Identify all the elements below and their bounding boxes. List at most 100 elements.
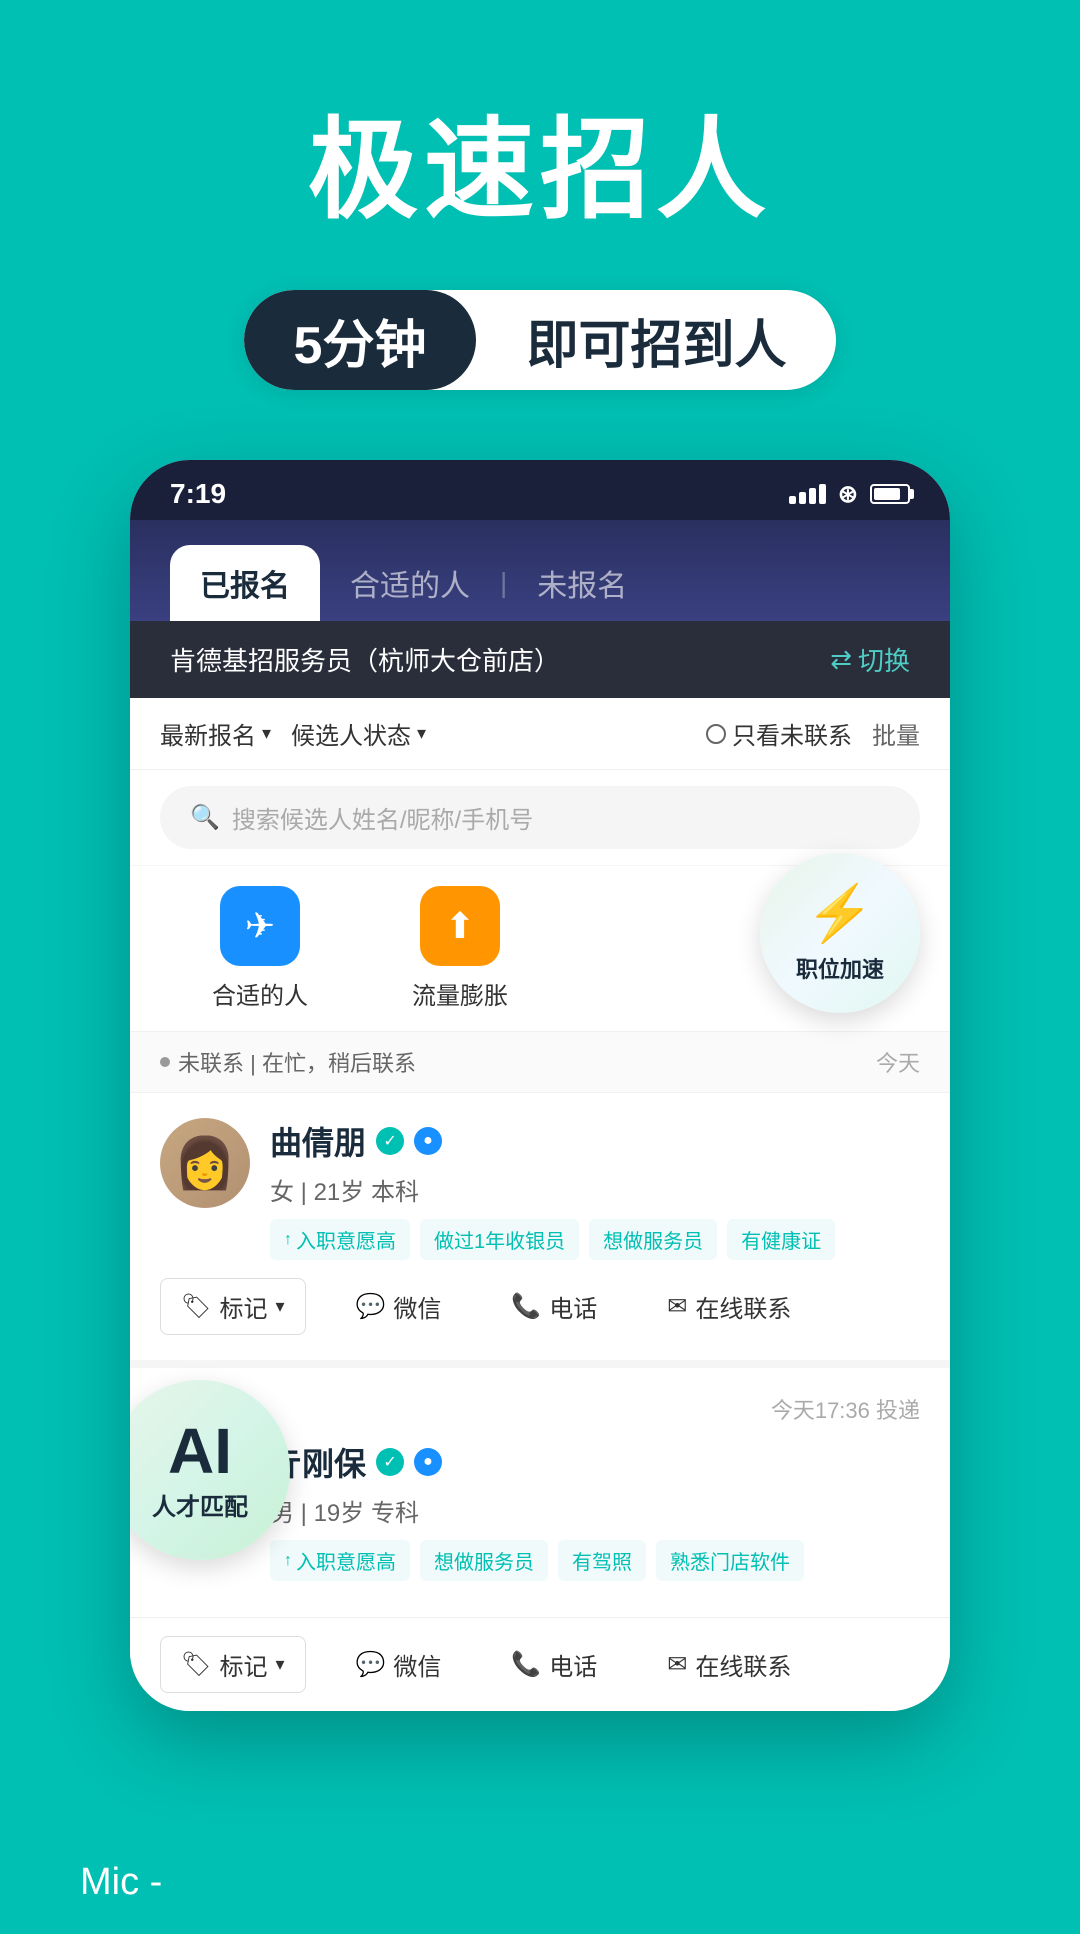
wifi-icon: ⊛ <box>838 480 858 509</box>
verified-blue-badge: ● <box>414 1127 442 1155</box>
status-bar: 7:19 ⊛ <box>130 460 950 520</box>
candidate-1-avatar: 👩 <box>160 1118 250 1208</box>
tab-bar: 已报名 合适的人 | 未报名 <box>130 520 950 621</box>
candidate-1-name-row: 曲倩朋 ✓ ● <box>270 1118 920 1164</box>
search-input[interactable]: 🔍 搜索候选人姓名/昵称/手机号 <box>160 786 920 849</box>
candidate-card-1: 👩 曲倩朋 ✓ ● 女 | 21岁 本科 <box>130 1093 950 1368</box>
status-label: 候选人状态 <box>291 716 411 751</box>
status-arrow-icon: ▾ <box>417 723 426 744</box>
bottom-action-bar: 🏷 标记 ▾ 💬 微信 📞 电话 ✉ 在线联系 <box>130 1617 950 1711</box>
uncontacted-filter[interactable]: 只看未联系 <box>706 716 852 751</box>
wechat-icon-2: 💬 <box>356 1650 386 1679</box>
tab-registered[interactable]: 已报名 <box>170 545 320 621</box>
mark-button-1[interactable]: 🏷 标记 ▾ <box>160 1278 306 1335</box>
phone-mockup: 7:19 ⊛ 已报名 合适的人 | 未报名 <box>130 460 950 1711</box>
job-bar: 肯德基招服务员（杭师大仓前店） ⇄ 切换 <box>130 621 950 698</box>
candidate-1-header: 👩 曲倩朋 ✓ ● 女 | 21岁 本科 <box>160 1118 920 1260</box>
candidate-2-meta: 男 | 19岁 专科 <box>270 1493 920 1528</box>
phone-label-2: 电话 <box>549 1647 597 1682</box>
online-label: 在线联系 <box>695 1289 791 1324</box>
status-icons: ⊛ <box>789 480 910 509</box>
traffic-icon: ⬆ <box>420 886 500 966</box>
tag-cashier: 做过1年收银员 <box>420 1219 579 1260</box>
ai-big-label: AI <box>168 1419 232 1483</box>
tab-suitable[interactable]: 合适的人 <box>320 545 500 621</box>
mic-area: Mic - <box>0 1831 1080 1934</box>
mark-arrow: ▾ <box>275 1296 284 1317</box>
tag-service: 想做服务员 <box>589 1219 717 1260</box>
speed-boost-label: 职位加速 <box>796 952 884 984</box>
online-label-2: 在线联系 <box>695 1647 791 1682</box>
wechat-label: 微信 <box>393 1289 441 1324</box>
tag2-software: 熟悉门店软件 <box>656 1540 804 1581</box>
phone-button-2[interactable]: 📞 电话 <box>491 1637 617 1692</box>
phone-icon: 📞 <box>511 1292 541 1321</box>
hero-badge: 5分钟 即可招到人 <box>244 290 837 390</box>
time-display: 7:19 <box>170 478 226 510</box>
tag2-license: 有驾照 <box>558 1540 646 1581</box>
candidate-2-info: 亓刚保 ✓ ● 男 | 19岁 专科 ↑ 入职意愿高 <box>270 1439 920 1581</box>
suitable-people-action[interactable]: ✈ 合适的人 <box>160 886 360 1011</box>
hero-title: 极速招人 <box>308 80 772 240</box>
tab-not-registered[interactable]: 未报名 <box>507 545 657 621</box>
candidate-1-name: 曲倩朋 <box>270 1118 366 1164</box>
badge-tagline: 即可招到人 <box>476 303 836 378</box>
search-placeholder: 搜索候选人姓名/昵称/手机号 <box>232 800 533 835</box>
suitable-icon: ✈ <box>220 886 300 966</box>
online-contact-button-2[interactable]: ✉ 在线联系 <box>647 1637 811 1692</box>
badge-minutes: 5分钟 <box>244 290 477 390</box>
tag-high-intention: ↑ 入职意愿高 <box>270 1219 410 1260</box>
phone-label: 电话 <box>549 1289 597 1324</box>
candidate-1-tags: ↑ 入职意愿高 做过1年收银员 想做服务员 有健康证 <box>270 1219 920 1260</box>
battery-icon <box>870 484 910 504</box>
filter-bar: 最新报名 ▾ 候选人状态 ▾ 只看未联系 批量 <box>130 698 950 770</box>
mark-button-2[interactable]: 🏷 标记 ▾ <box>160 1636 306 1693</box>
switch-label: 切换 <box>858 641 910 678</box>
tag-health-cert: 有健康证 <box>727 1219 835 1260</box>
wechat-button-1[interactable]: 💬 微信 <box>336 1279 462 1334</box>
wechat-label-2: 微信 <box>393 1647 441 1682</box>
search-icon: 🔍 <box>190 803 220 832</box>
sort-arrow-icon: ▾ <box>262 723 271 744</box>
action-icons-row: ✈ 合适的人 ⬆ 流量膨胀 ⚡ 职位加速 <box>130 866 950 1032</box>
phone-icon-2: 📞 <box>511 1650 541 1679</box>
speed-boost-button[interactable]: ⚡ 职位加速 <box>760 853 920 1013</box>
traffic-boost-action[interactable]: ⬆ 流量膨胀 <box>360 886 560 1011</box>
job-title: 肯德基招服务员（杭师大仓前店） <box>170 641 560 678</box>
uncontacted-circle <box>706 724 726 744</box>
wechat-button-2[interactable]: 💬 微信 <box>336 1637 462 1692</box>
candidate-1-info: 曲倩朋 ✓ ● 女 | 21岁 本科 ↑ 入职意愿高 <box>270 1118 920 1260</box>
verified-blue-badge-2: ● <box>414 1448 442 1476</box>
traffic-label: 流量膨胀 <box>412 976 508 1011</box>
ai-small-label: 人才匹配 <box>152 1487 248 1522</box>
candidate-1-meta: 女 | 21岁 本科 <box>270 1172 920 1207</box>
online-contact-button-1[interactable]: ✉ 在线联系 <box>647 1279 811 1334</box>
candidate-1-actions: 🏷 标记 ▾ 💬 微信 📞 电话 ✉ 在线联系 <box>160 1278 920 1335</box>
lightning-icon: ⚡ <box>806 881 874 946</box>
phone-button-1[interactable]: 📞 电话 <box>491 1279 617 1334</box>
search-box: 🔍 搜索候选人姓名/昵称/手机号 <box>130 770 950 866</box>
status-text: 未联系 | 在忙，稍后联系 <box>178 1046 416 1078</box>
verified-teal-badge: ✓ <box>376 1127 404 1155</box>
tag2-service: 想做服务员 <box>420 1540 548 1581</box>
verified-teal-badge-2: ✓ <box>376 1448 404 1476</box>
sort-filter[interactable]: 最新报名 ▾ <box>160 716 271 751</box>
status-dot <box>160 1057 170 1067</box>
email-icon: ✉ <box>667 1292 687 1321</box>
candidate-2-tags: ↑ 入职意愿高 想做服务员 有驾照 熟悉门店软件 <box>270 1540 920 1581</box>
mark-arrow-2: ▾ <box>275 1654 284 1675</box>
candidate-status-row: 未联系 | 在忙，稍后联系 今天 <box>130 1032 950 1093</box>
tab-divider: | <box>500 567 507 599</box>
mark-label: 标记 <box>219 1289 267 1324</box>
mark-icon: 🏷 <box>181 1292 211 1321</box>
status-filter[interactable]: 候选人状态 ▾ <box>291 716 426 751</box>
mark-icon-2: 🏷 <box>181 1650 211 1679</box>
candidate-2-name-row: 亓刚保 ✓ ● <box>270 1439 920 1485</box>
uncontacted-label: 只看未联系 <box>732 716 852 751</box>
job-switch-button[interactable]: ⇄ 切换 <box>830 641 910 678</box>
batch-button[interactable]: 批量 <box>872 716 920 751</box>
signal-icon <box>789 484 826 504</box>
today-label: 今天 <box>876 1046 920 1078</box>
wechat-icon: 💬 <box>356 1292 386 1321</box>
suitable-label: 合适的人 <box>212 976 308 1011</box>
